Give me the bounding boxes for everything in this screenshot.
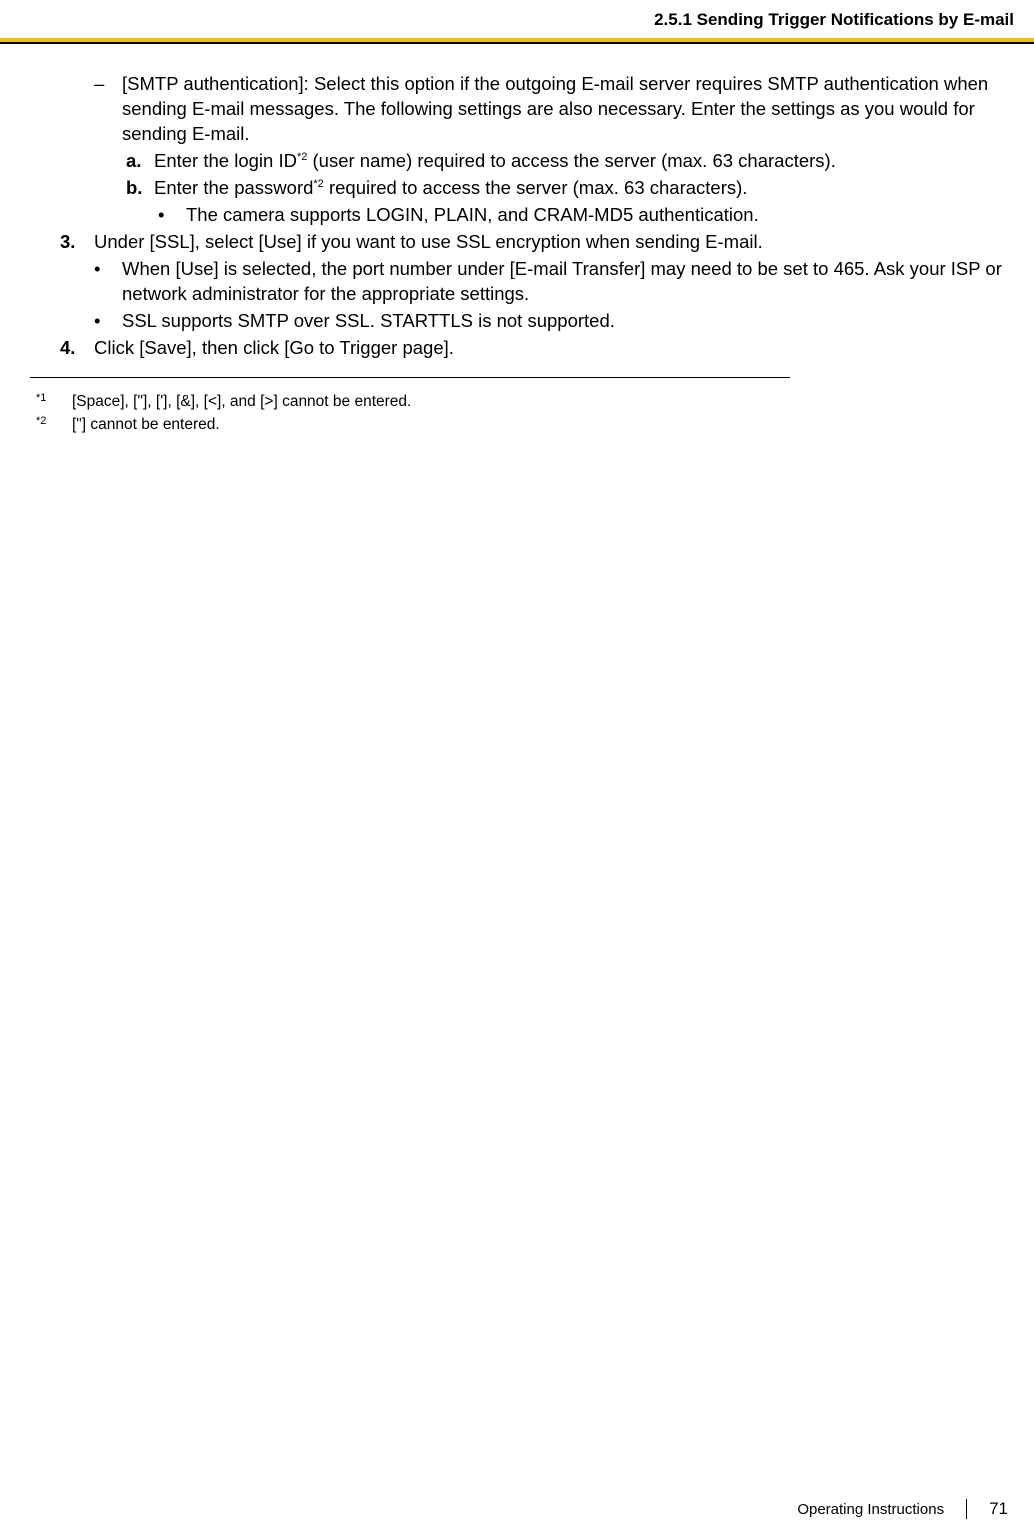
- step-4-label: 4.: [60, 336, 94, 361]
- section-title: 2.5.1 Sending Trigger Notifications by E…: [20, 10, 1014, 38]
- step-3-text: Under [SSL], select [Use] if you want to…: [94, 230, 1004, 255]
- header-rule: [0, 38, 1034, 44]
- step-b-sub: • The camera supports LOGIN, PLAIN, and …: [30, 203, 1004, 228]
- smtp-auth-text: [SMTP authentication]: Select this optio…: [122, 72, 1004, 147]
- step-a-sup: *2: [297, 151, 307, 163]
- step-a-pre: Enter the login ID: [154, 150, 297, 171]
- step-3-bullet-1-text: When [Use] is selected, the port number …: [122, 257, 1004, 307]
- step-b-post: required to access the server (max. 63 c…: [324, 177, 748, 198]
- footnote-rule: [30, 377, 790, 378]
- page-content: – [SMTP authentication]: Select this opt…: [0, 72, 1034, 361]
- page-header: 2.5.1 Sending Trigger Notifications by E…: [0, 0, 1034, 38]
- step-3-label: 3.: [60, 230, 94, 255]
- step-a-label: a.: [126, 149, 154, 174]
- footer-divider: [966, 1499, 967, 1519]
- page-footer: Operating Instructions 71: [797, 1499, 1008, 1519]
- step-b-sub-text: The camera supports LOGIN, PLAIN, and CR…: [186, 203, 1004, 228]
- step-b-pre: Enter the password: [154, 177, 313, 198]
- step-b-label: b.: [126, 176, 154, 201]
- smtp-auth-item: – [SMTP authentication]: Select this opt…: [30, 72, 1004, 147]
- footnote-2-text: ["] cannot be entered.: [72, 413, 220, 436]
- step-3: 3. Under [SSL], select [Use] if you want…: [30, 230, 1004, 255]
- step-3-bullet-1: • When [Use] is selected, the port numbe…: [30, 257, 1004, 307]
- step-4: 4. Click [Save], then click [Go to Trigg…: [30, 336, 1004, 361]
- step-a-text: Enter the login ID*2 (user name) require…: [154, 149, 1004, 174]
- step-3-bullet-2-text: SSL supports SMTP over SSL. STARTTLS is …: [122, 309, 1004, 334]
- footer-doc-title: Operating Instructions: [797, 1501, 944, 1518]
- step-b: b. Enter the password*2 required to acce…: [30, 176, 1004, 201]
- footnote-1-text: [Space], ["], ['], [&], [<], and [>] can…: [72, 390, 411, 413]
- footnote-2: *2 ["] cannot be entered.: [36, 413, 1034, 436]
- step-a: a. Enter the login ID*2 (user name) requ…: [30, 149, 1004, 174]
- footnotes: *1 [Space], ["], ['], [&], [<], and [>] …: [0, 390, 1034, 437]
- step-b-sup: *2: [313, 178, 323, 190]
- page-number: 71: [989, 1499, 1008, 1519]
- bullet-marker: •: [158, 203, 186, 228]
- step-3-bullet-2: • SSL supports SMTP over SSL. STARTTLS i…: [30, 309, 1004, 334]
- dash-marker: –: [94, 72, 122, 147]
- footnote-1: *1 [Space], ["], ['], [&], [<], and [>] …: [36, 390, 1034, 413]
- bullet-marker: •: [94, 257, 122, 307]
- footnote-2-marker: *2: [36, 413, 72, 436]
- step-4-text: Click [Save], then click [Go to Trigger …: [94, 336, 1004, 361]
- footnote-1-marker: *1: [36, 390, 72, 413]
- bullet-marker: •: [94, 309, 122, 334]
- step-a-post: (user name) required to access the serve…: [307, 150, 835, 171]
- step-b-text: Enter the password*2 required to access …: [154, 176, 1004, 201]
